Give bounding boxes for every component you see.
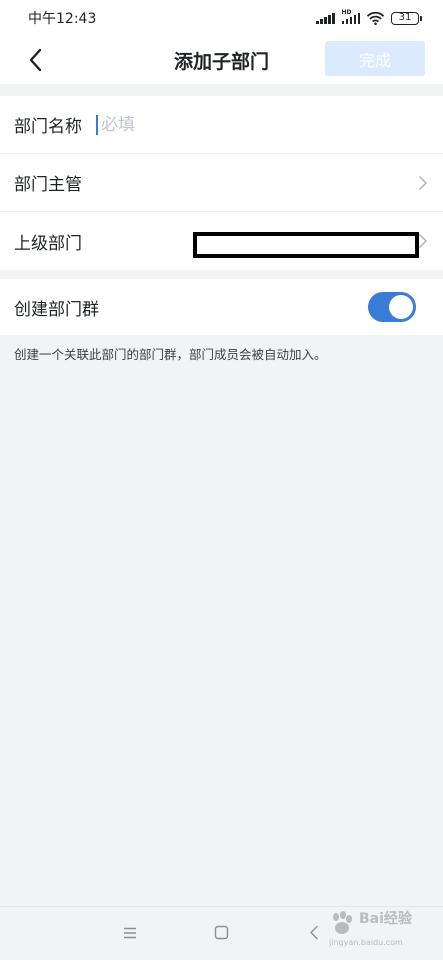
menu-icon[interactable] (123, 927, 137, 939)
nav-bar: 添加子部门 完成 (0, 36, 443, 84)
chevron-right-icon (419, 176, 427, 190)
parent-department-label: 上级部门 (14, 233, 82, 254)
toggle-knob (389, 295, 413, 319)
home-icon[interactable] (214, 925, 229, 940)
department-name-label: 部门名称 (14, 117, 82, 137)
parent-department-row[interactable]: 上级部门 (0, 212, 443, 270)
done-button[interactable]: 完成 (325, 41, 425, 76)
watermark-text: Bai经验 (359, 911, 412, 927)
department-name-row: 部门名称 (0, 96, 443, 154)
status-icons: HD 31 (316, 9, 422, 25)
chevron-left-icon (29, 48, 42, 72)
hd-signal-icon: HD (341, 9, 360, 24)
department-name-input[interactable] (96, 114, 396, 135)
status-time: 中午12:43 (28, 11, 97, 27)
create-group-label: 创建部门群 (14, 299, 99, 320)
watermark-url: jingyan.baidu.com (329, 938, 403, 947)
department-manager-label: 部门主管 (14, 175, 82, 195)
redacted-value-box (193, 232, 419, 258)
department-manager-row[interactable]: 部门主管 (0, 154, 443, 212)
chevron-right-icon (419, 234, 427, 248)
create-group-row: 创建部门群 (0, 279, 443, 335)
hd-badge: HD (341, 9, 352, 16)
create-group-hint: 创建一个关联此部门的部门群，部门成员会被自动加入。 (14, 347, 327, 362)
create-group-section: 创建部门群 (0, 279, 443, 335)
paw-logo-icon (333, 911, 352, 934)
department-form: 部门名称 部门主管 上级部门 (0, 96, 443, 270)
cell-signal-icon (316, 12, 335, 24)
battery-level: 31 (398, 11, 412, 23)
battery-icon: 31 (391, 11, 422, 25)
wifi-icon (367, 11, 384, 25)
baidu-watermark: Bai经验 jingyan.baidu.com (303, 908, 413, 952)
create-group-toggle[interactable] (368, 292, 416, 322)
back-button[interactable] (18, 42, 52, 78)
status-bar: 中午12:43 HD 31 (0, 0, 443, 36)
page-title: 添加子部门 (173, 50, 269, 73)
